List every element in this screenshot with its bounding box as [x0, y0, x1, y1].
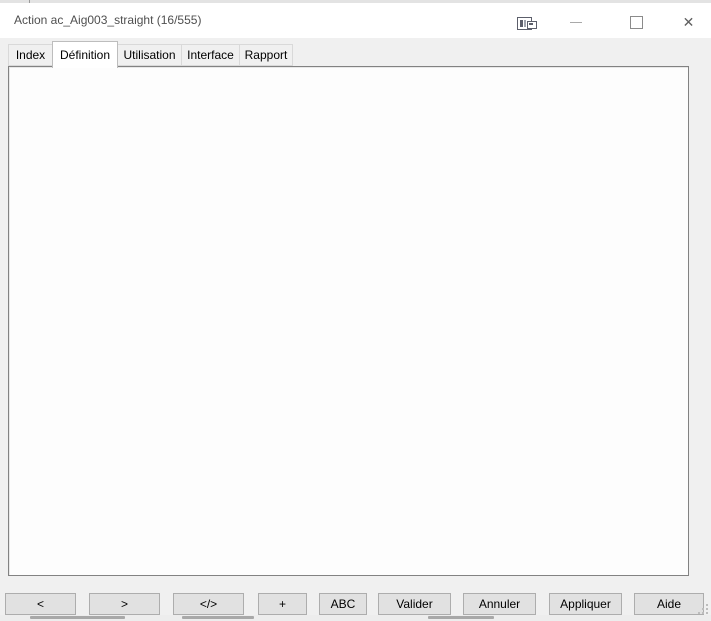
maximize-icon	[630, 16, 643, 29]
minimize-icon	[570, 22, 582, 23]
appliquer-button[interactable]: Appliquer	[549, 593, 622, 615]
add-button[interactable]: +	[258, 593, 307, 615]
close-button[interactable]: ✕	[666, 6, 711, 38]
minimize-button[interactable]	[553, 6, 598, 38]
titlebar: Action ac_Aig003_straight (16/555) ✕	[0, 3, 711, 38]
tab-definition[interactable]: Définition	[52, 41, 118, 68]
code-button[interactable]: </>	[173, 593, 244, 615]
aide-button[interactable]: Aide	[634, 593, 704, 615]
tab-utilisation[interactable]: Utilisation	[117, 44, 182, 66]
prev-button[interactable]: <	[5, 593, 76, 615]
background-window-sliver-bottom	[0, 615, 711, 621]
resize-grip[interactable]	[698, 604, 708, 614]
window-title: Action ac_Aig003_straight (16/555)	[14, 13, 201, 27]
next-button[interactable]: >	[89, 593, 160, 615]
close-icon: ✕	[683, 15, 695, 29]
valider-button[interactable]: Valider	[378, 593, 451, 615]
window-layers-icon	[517, 17, 537, 30]
tab-interface[interactable]: Interface	[181, 44, 240, 66]
annuler-button[interactable]: Annuler	[463, 593, 536, 615]
tab-index[interactable]: Index	[8, 44, 53, 66]
tab-rapport[interactable]: Rapport	[239, 44, 293, 66]
abc-button[interactable]: ABC	[319, 593, 367, 615]
maximize-button[interactable]	[614, 6, 659, 38]
definition-tab-panel	[8, 66, 689, 576]
